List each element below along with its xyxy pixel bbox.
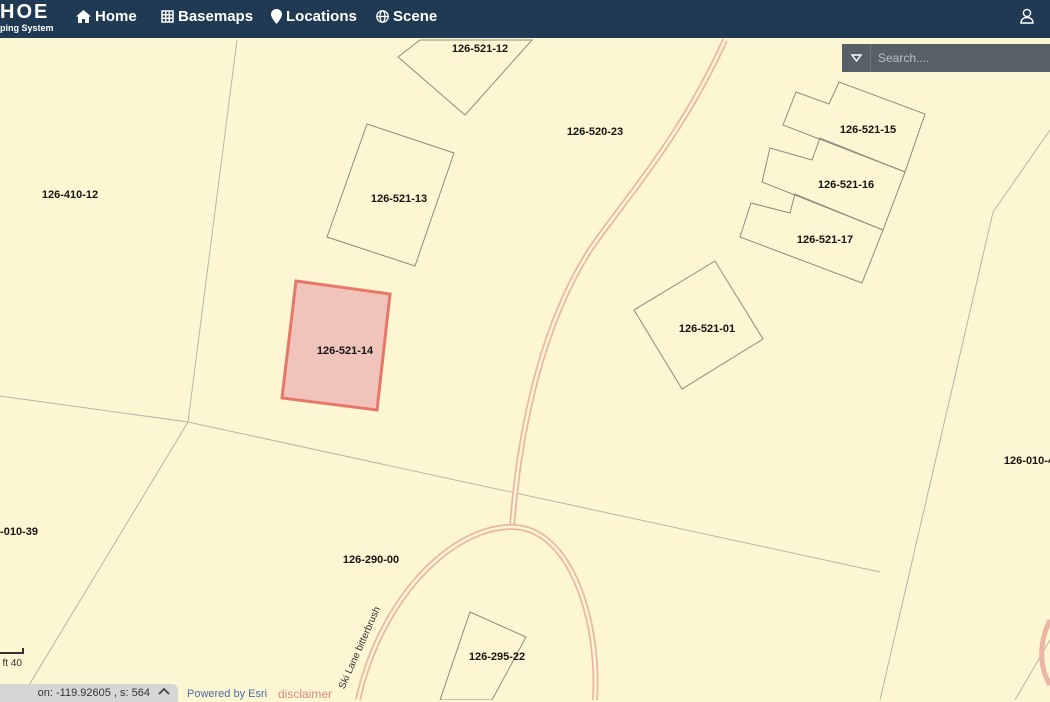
- nav-basemaps[interactable]: Basemaps: [161, 6, 253, 26]
- parcel-line: [187, 39, 238, 423]
- search-input[interactable]: [871, 44, 1050, 72]
- brand-logo[interactable]: HOE ping System: [0, 0, 66, 38]
- parcel-label: 126-010-4: [1003, 455, 1050, 467]
- esri-attribution[interactable]: Powered by Esri: [187, 688, 267, 700]
- road-right: [1039, 618, 1050, 687]
- search-widget: [842, 44, 1050, 72]
- user-icon: [1020, 8, 1034, 24]
- parcel-label-selected: 126-521-14: [316, 345, 374, 357]
- parcel-label: 126-521-12: [451, 43, 509, 55]
- scale-bar: [0, 648, 24, 654]
- brand-title: HOE: [0, 1, 50, 23]
- user-menu[interactable]: [1020, 8, 1050, 30]
- home-icon: [76, 9, 91, 23]
- parcel-label: 126-521-17: [796, 234, 854, 246]
- search-source-dropdown[interactable]: [842, 44, 871, 72]
- parcel-label: 126-295-22: [468, 651, 526, 663]
- parcel-label: 126-290-00: [342, 554, 400, 566]
- parcel-label: 126-521-13: [370, 193, 428, 205]
- chevron-up-icon[interactable]: [156, 684, 172, 700]
- parcel-label: 126-520-23: [566, 126, 624, 138]
- disclaimer-link[interactable]: disclaimer: [278, 687, 332, 701]
- parcel-line: [992, 129, 1050, 213]
- road-main: [509, 38, 728, 528]
- parcel-label: 126-521-15: [839, 124, 897, 136]
- triangle-down-icon: [850, 54, 862, 62]
- coordinates-bar: on: -119.92605 , s: 564: [0, 684, 178, 702]
- parcel-label: -010-39: [0, 526, 38, 538]
- parcel-label: 126-521-01: [678, 323, 736, 335]
- parcel-label: 126-521-16: [817, 179, 875, 191]
- parcel-line: [0, 395, 189, 423]
- map-pin-icon: [271, 8, 282, 24]
- nav-locations[interactable]: Locations: [271, 6, 357, 26]
- top-navigation-bar: HOE ping System Home Basemaps Locations …: [0, 0, 1050, 38]
- parcel-line: [879, 211, 994, 700]
- parcel-label: 126-410-12: [41, 189, 99, 201]
- nav-home-label: Home: [95, 7, 137, 25]
- nav-locations-label: Locations: [286, 7, 357, 25]
- scale-label: 40 ft: [2, 658, 22, 669]
- grid-icon: [161, 9, 174, 23]
- coordinates-text: on: -119.92605 , s: 564: [37, 687, 150, 699]
- parcel-line: [19, 421, 189, 700]
- parcel-line: [187, 421, 881, 573]
- nav-basemaps-label: Basemaps: [178, 7, 254, 25]
- map-canvas[interactable]: [0, 0, 1050, 700]
- nav-scene-label: Scene: [393, 7, 438, 25]
- road-group: [355, 38, 1050, 700]
- brand-subtitle: ping System: [0, 23, 54, 33]
- nav-home[interactable]: Home: [76, 6, 137, 26]
- nav-scene[interactable]: Scene: [376, 6, 437, 26]
- globe-icon: [376, 9, 389, 23]
